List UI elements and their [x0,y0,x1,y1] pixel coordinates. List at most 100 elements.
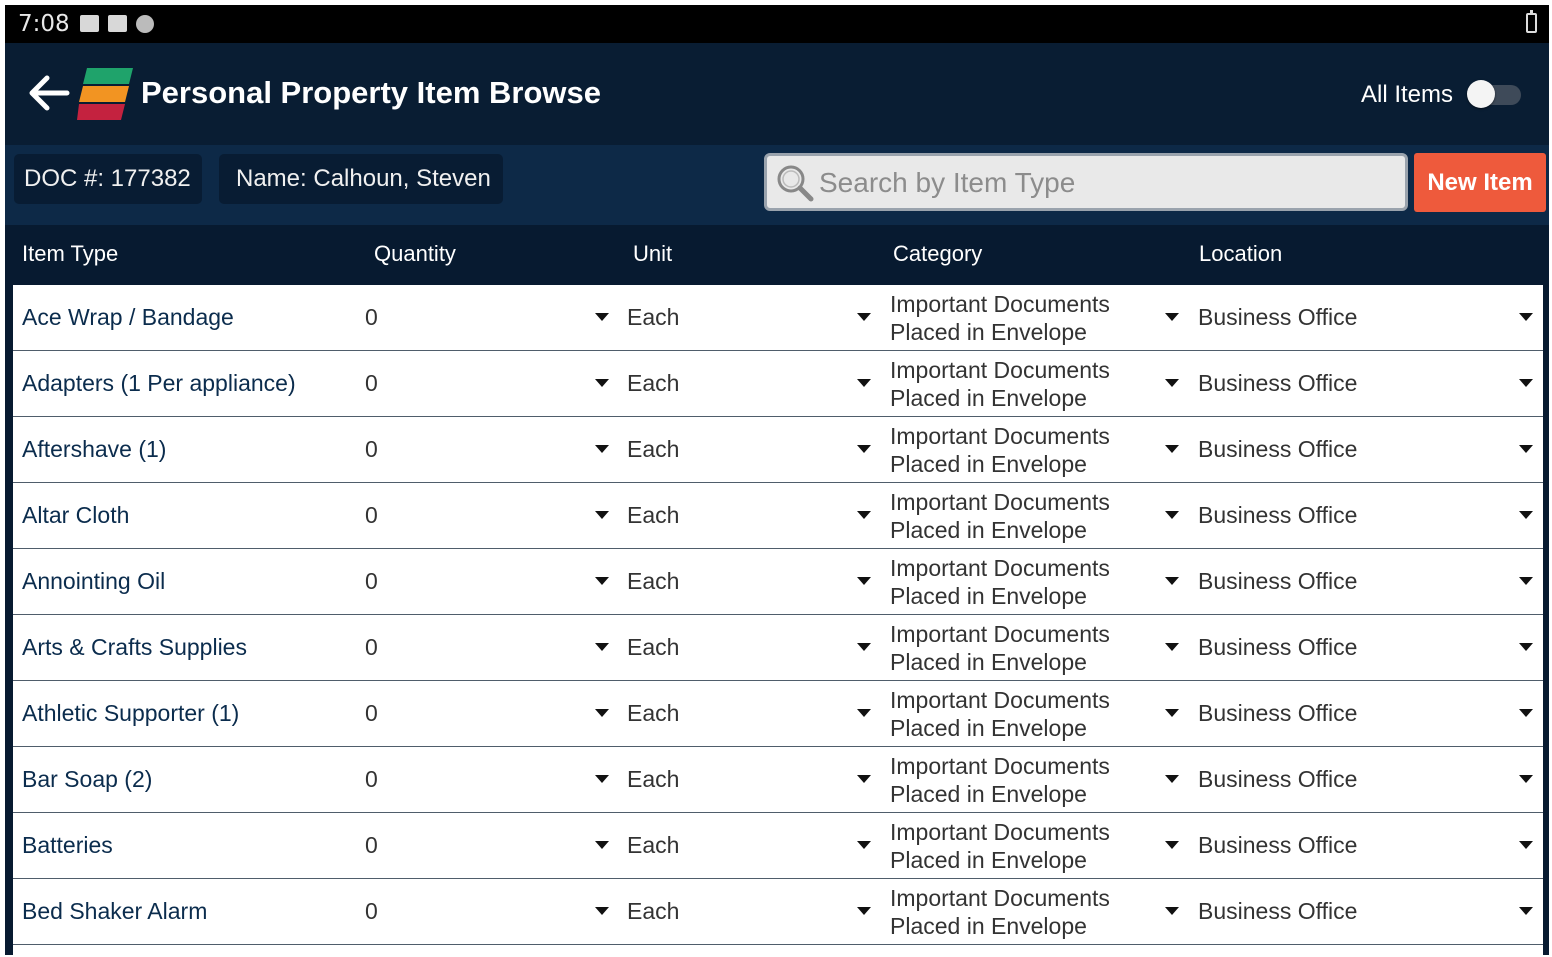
page-title: Personal Property Item Browse [141,75,601,110]
search-input[interactable] [817,162,1401,204]
category-cell[interactable]: Important Documents Placed in Envelope [890,488,1140,544]
quantity-dropdown-arrow-icon[interactable] [595,907,609,915]
item-type-cell: Arts & Crafts Supplies [22,634,247,660]
category-dropdown-arrow-icon[interactable] [1165,511,1179,519]
unit-cell[interactable]: Each [627,304,679,331]
quantity-dropdown-arrow-icon[interactable] [595,445,609,453]
quantity-dropdown-arrow-icon[interactable] [595,643,609,651]
quantity-dropdown-arrow-icon[interactable] [595,841,609,849]
unit-cell[interactable]: Each [627,898,679,925]
location-cell[interactable]: Business Office [1198,832,1357,859]
location-cell[interactable]: Business Office [1198,502,1357,529]
location-dropdown-arrow-icon[interactable] [1519,907,1533,915]
quantity-cell[interactable]: 0 [365,832,378,859]
category-cell[interactable]: Important Documents Placed in Envelope [890,422,1140,478]
table-row[interactable]: Athletic Supporter (1) 0 Each Important … [13,681,1543,747]
location-cell[interactable]: Business Office [1198,370,1357,397]
table-row[interactable]: Ace Wrap / Bandage 0 Each Important Docu… [13,285,1543,351]
quantity-cell[interactable]: 0 [365,898,378,925]
location-cell[interactable]: Business Office [1198,766,1357,793]
table-row[interactable]: Bar Soap (2) 0 Each Important Documents … [13,747,1543,813]
category-dropdown-arrow-icon[interactable] [1165,379,1179,387]
unit-cell[interactable]: Each [627,436,679,463]
quantity-dropdown-arrow-icon[interactable] [595,577,609,585]
location-cell[interactable]: Business Office [1198,898,1357,925]
category-dropdown-arrow-icon[interactable] [1165,775,1179,783]
location-cell[interactable]: Business Office [1198,700,1357,727]
quantity-cell[interactable]: 0 [365,700,378,727]
category-dropdown-arrow-icon[interactable] [1165,445,1179,453]
location-cell[interactable]: Business Office [1198,436,1357,463]
unit-cell[interactable]: Each [627,700,679,727]
search-icon [777,165,814,202]
quantity-cell[interactable]: 0 [365,370,378,397]
unit-cell[interactable]: Each [627,568,679,595]
unit-dropdown-arrow-icon[interactable] [857,313,871,321]
location-dropdown-arrow-icon[interactable] [1519,577,1533,585]
location-dropdown-arrow-icon[interactable] [1519,841,1533,849]
quantity-cell[interactable]: 0 [365,502,378,529]
location-dropdown-arrow-icon[interactable] [1519,775,1533,783]
table-row[interactable]: Bed Shaker Alarm 0 Each Important Docume… [13,879,1543,945]
location-dropdown-arrow-icon[interactable] [1519,313,1533,321]
all-items-toggle[interactable] [1467,80,1523,108]
category-cell[interactable]: Important Documents Placed in Envelope [890,620,1140,676]
location-dropdown-arrow-icon[interactable] [1519,445,1533,453]
table-row[interactable]: Altar Cloth 0 Each Important Documents P… [13,483,1543,549]
unit-dropdown-arrow-icon[interactable] [857,907,871,915]
category-cell[interactable]: Important Documents Placed in Envelope [890,554,1140,610]
location-dropdown-arrow-icon[interactable] [1519,709,1533,717]
quantity-dropdown-arrow-icon[interactable] [595,379,609,387]
table-header: Item Type Quantity Unit Category Locatio… [13,225,1543,285]
unit-dropdown-arrow-icon[interactable] [857,379,871,387]
quantity-dropdown-arrow-icon[interactable] [595,775,609,783]
unit-dropdown-arrow-icon[interactable] [857,445,871,453]
location-dropdown-arrow-icon[interactable] [1519,643,1533,651]
unit-dropdown-arrow-icon[interactable] [857,577,871,585]
quantity-cell[interactable]: 0 [365,634,378,661]
category-dropdown-arrow-icon[interactable] [1165,577,1179,585]
quantity-cell[interactable]: 0 [365,766,378,793]
category-cell[interactable]: Important Documents Placed in Envelope [890,884,1140,940]
category-cell[interactable]: Important Documents Placed in Envelope [890,290,1140,346]
new-item-button[interactable]: New Item [1414,153,1546,212]
location-cell[interactable]: Business Office [1198,568,1357,595]
location-cell[interactable]: Business Office [1198,634,1357,661]
location-cell[interactable]: Business Office [1198,304,1357,331]
category-dropdown-arrow-icon[interactable] [1165,643,1179,651]
toggle-knob [1467,80,1495,108]
unit-cell[interactable]: Each [627,370,679,397]
back-arrow-icon[interactable] [25,73,71,113]
unit-dropdown-arrow-icon[interactable] [857,643,871,651]
quantity-cell[interactable]: 0 [365,436,378,463]
unit-dropdown-arrow-icon[interactable] [857,709,871,717]
category-cell[interactable]: Important Documents Placed in Envelope [890,752,1140,808]
location-dropdown-arrow-icon[interactable] [1519,511,1533,519]
table-row[interactable]: Annointing Oil 0 Each Important Document… [13,549,1543,615]
table-row[interactable]: Adapters (1 Per appliance) 0 Each Import… [13,351,1543,417]
unit-cell[interactable]: Each [627,502,679,529]
unit-cell[interactable]: Each [627,832,679,859]
table-row[interactable]: Batteries 0 Each Important Documents Pla… [13,813,1543,879]
table-row[interactable]: Aftershave (1) 0 Each Important Document… [13,417,1543,483]
location-dropdown-arrow-icon[interactable] [1519,379,1533,387]
unit-dropdown-arrow-icon[interactable] [857,511,871,519]
category-cell[interactable]: Important Documents Placed in Envelope [890,686,1140,742]
category-cell[interactable]: Important Documents Placed in Envelope [890,356,1140,412]
quantity-dropdown-arrow-icon[interactable] [595,709,609,717]
table-row[interactable]: Arts & Crafts Supplies 0 Each Important … [13,615,1543,681]
quantity-cell[interactable]: 0 [365,568,378,595]
quantity-cell[interactable]: 0 [365,304,378,331]
item-table-body: Ace Wrap / Bandage 0 Each Important Docu… [13,285,1543,945]
category-dropdown-arrow-icon[interactable] [1165,841,1179,849]
category-dropdown-arrow-icon[interactable] [1165,709,1179,717]
quantity-dropdown-arrow-icon[interactable] [595,313,609,321]
unit-cell[interactable]: Each [627,634,679,661]
unit-dropdown-arrow-icon[interactable] [857,775,871,783]
category-dropdown-arrow-icon[interactable] [1165,313,1179,321]
unit-dropdown-arrow-icon[interactable] [857,841,871,849]
category-dropdown-arrow-icon[interactable] [1165,907,1179,915]
quantity-dropdown-arrow-icon[interactable] [595,511,609,519]
category-cell[interactable]: Important Documents Placed in Envelope [890,818,1140,874]
unit-cell[interactable]: Each [627,766,679,793]
